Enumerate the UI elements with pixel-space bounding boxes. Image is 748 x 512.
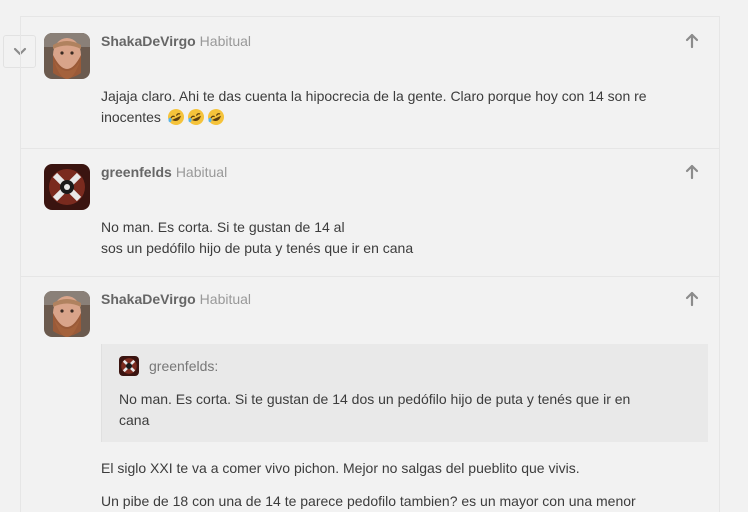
arrow-up-icon[interactable] bbox=[684, 291, 700, 307]
quote-text: No man. Es corta. Si te gustan de 14 dos… bbox=[119, 389, 689, 431]
author-name[interactable]: ShakaDeVirgo bbox=[101, 33, 196, 49]
avatar-greenfelds[interactable] bbox=[44, 164, 90, 210]
post-text-line: inocentes bbox=[101, 109, 161, 125]
post-text-line: sos un pedófilo hijo de puta y tenés que… bbox=[101, 240, 414, 256]
user-badge: Habitual bbox=[199, 33, 252, 49]
quote-text-line: No man. Es corta. Si te gustan de 14 dos… bbox=[119, 391, 631, 407]
rofl-emoji-icon bbox=[187, 108, 205, 126]
post-paragraph: Un pibe de 18 con una de 14 te parece pe… bbox=[101, 493, 636, 509]
post-3: ShakaDeVirgo Habitual greenfelds: No man.… bbox=[20, 276, 720, 512]
avatar-shakadevirgo[interactable] bbox=[44, 33, 90, 79]
author-name[interactable]: ShakaDeVirgo bbox=[101, 291, 196, 307]
post-body: No man. Es corta. Si te gustan de 14 al … bbox=[101, 217, 711, 259]
rofl-emoji-icon bbox=[167, 108, 185, 126]
avatar-shakadevirgo[interactable] bbox=[44, 291, 90, 337]
author-name[interactable]: greenfelds bbox=[101, 164, 172, 180]
post-body: El siglo XXI te va a comer vivo pichon. … bbox=[101, 458, 711, 512]
quote-block: greenfelds: No man. Es corta. Si te gust… bbox=[101, 344, 708, 442]
post-2: greenfelds Habitual No man. Es corta. Si … bbox=[20, 148, 720, 276]
rofl-emoji-icon bbox=[207, 108, 225, 126]
post-text-line: No man. Es corta. Si te gustan de 14 al bbox=[101, 219, 345, 235]
arrow-up-icon[interactable] bbox=[684, 164, 700, 180]
post-author[interactable]: greenfelds Habitual bbox=[101, 164, 227, 180]
quote-header: greenfelds: bbox=[119, 356, 218, 376]
quote-author[interactable]: greenfelds: bbox=[149, 358, 218, 374]
post-text-line: Jajaja claro. Ahi te das cuenta la hipoc… bbox=[101, 88, 647, 104]
user-badge: Habitual bbox=[175, 164, 228, 180]
post-author[interactable]: ShakaDeVirgo Habitual bbox=[101, 291, 251, 307]
user-badge: Habitual bbox=[199, 291, 252, 307]
post-body: Jajaja claro. Ahi te das cuenta la hipoc… bbox=[101, 86, 711, 128]
quote-text-line: cana bbox=[119, 412, 150, 428]
post-1: ShakaDeVirgo Habitual Jajaja claro. Ahi t… bbox=[20, 16, 720, 148]
post-author[interactable]: ShakaDeVirgo Habitual bbox=[101, 33, 251, 49]
arrow-up-icon[interactable] bbox=[684, 33, 700, 49]
post-paragraph: El siglo XXI te va a comer vivo pichon. … bbox=[101, 460, 580, 476]
quote-avatar[interactable] bbox=[119, 356, 139, 376]
